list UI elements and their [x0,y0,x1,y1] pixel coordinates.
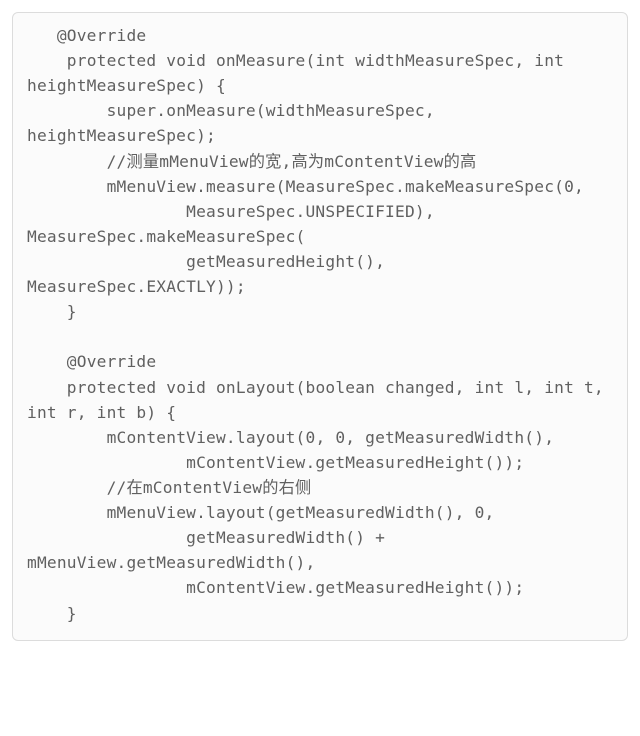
code-snippet: @Override protected void onMeasure(int w… [27,23,613,626]
code-block-container: @Override protected void onMeasure(int w… [12,12,628,641]
